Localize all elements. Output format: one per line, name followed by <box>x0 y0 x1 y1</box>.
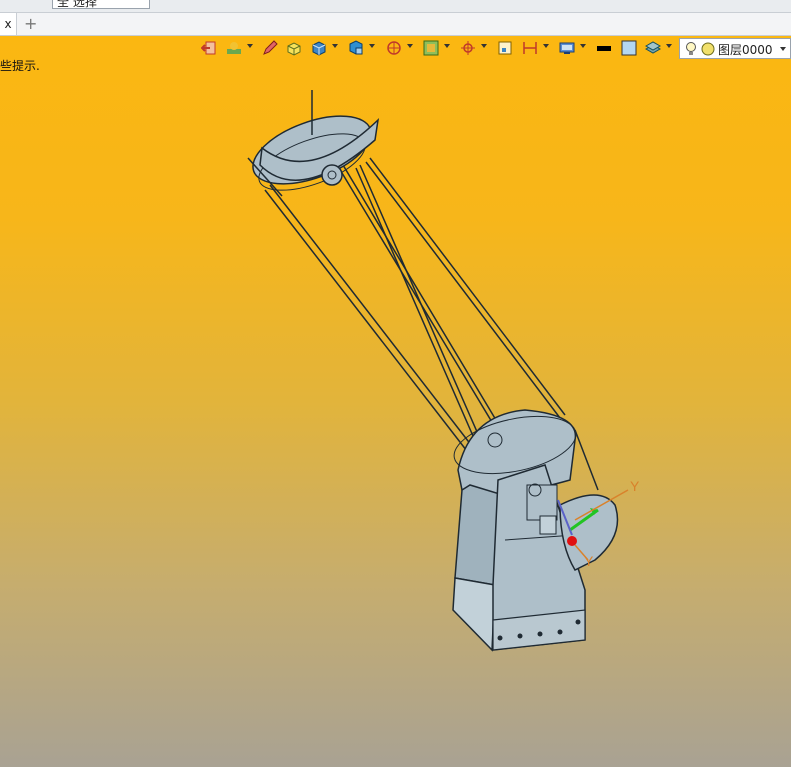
upper-cage <box>247 90 380 197</box>
rocker-base <box>452 464 586 652</box>
axis-label-y-bottom: Y <box>584 553 594 569</box>
axis-label-y-top: Y <box>630 478 640 494</box>
telescope-model[interactable]: Y Y <box>0 0 791 767</box>
